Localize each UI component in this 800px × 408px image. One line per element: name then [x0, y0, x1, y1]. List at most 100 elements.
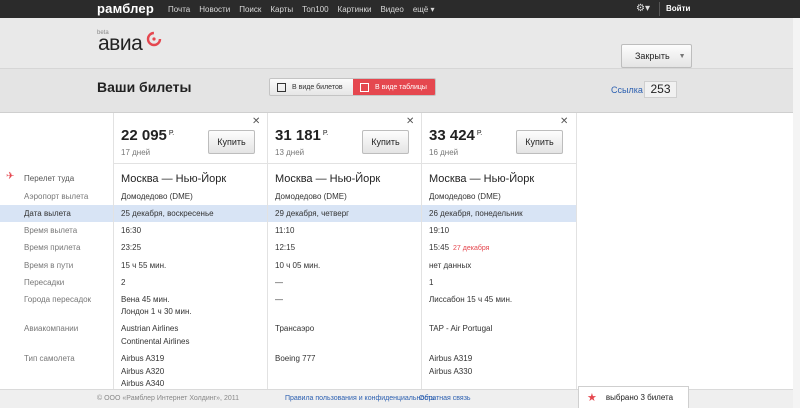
- ticket-price: 22 095 Р.: [121, 127, 174, 144]
- duration: нет данных: [429, 261, 472, 270]
- departure-date: 29 декабря, четверг: [275, 209, 350, 218]
- trip-days: 17 дней: [121, 148, 151, 157]
- airport: Домодедово (DME): [275, 192, 347, 201]
- aircraft: Airbus A319: [121, 354, 165, 363]
- departure-date: 26 декабря, понедельник: [429, 209, 523, 218]
- nav-news[interactable]: Новости: [199, 5, 230, 14]
- airline: Austrian Airlines: [121, 324, 179, 333]
- view-cards-label: В виде билетов: [292, 83, 343, 91]
- brand-name: авиа: [98, 32, 143, 55]
- top-nav: Почта Новости Поиск Карты Топ100 Картинк…: [168, 0, 444, 18]
- route: Москва — Нью-Йорк: [121, 173, 227, 185]
- divider: [659, 2, 660, 16]
- nav-video[interactable]: Видео: [380, 5, 403, 14]
- stops: 2: [121, 278, 126, 287]
- aircraft: Airbus A340: [121, 379, 165, 388]
- close-icon[interactable]: ✕: [406, 116, 414, 127]
- close-button[interactable]: Закрыть ▼: [621, 44, 692, 68]
- star-icon: ★: [587, 392, 597, 404]
- route: Москва — Нью-Йорк: [429, 173, 535, 185]
- brand-mark-icon: [146, 31, 162, 47]
- departure-time: 19:10: [429, 226, 450, 235]
- divider: [422, 163, 576, 164]
- scrollbar[interactable]: [793, 18, 800, 408]
- gear-icon[interactable]: ⚙▾: [636, 3, 652, 15]
- ticket-column: ✕ 31 181 Р. 13 дней Купить Москва — Нью-Й…: [268, 113, 422, 389]
- row-label-airlines: Авиакомпании: [24, 324, 79, 333]
- view-table-button[interactable]: В виде таблицы: [353, 79, 435, 95]
- view-cards-button[interactable]: В виде билетов: [270, 79, 353, 95]
- airline: Continental Airlines: [121, 337, 190, 346]
- route: Москва — Нью-Йорк: [275, 173, 381, 185]
- airport: Домодедово (DME): [429, 192, 501, 201]
- plane-icon: ✈: [6, 171, 15, 182]
- nav-search[interactable]: Поиск: [239, 5, 261, 14]
- departure-date: 25 декабря, воскресенье: [121, 209, 214, 218]
- close-icon[interactable]: ✕: [560, 116, 568, 127]
- feedback-link[interactable]: Обратная связь: [419, 395, 471, 402]
- tickets-bar: Ваши билеты В виде билетов В виде таблиц…: [0, 68, 800, 113]
- row-label-arrival: Время прилета: [24, 243, 81, 252]
- close-button-label: Закрыть: [635, 51, 670, 61]
- stop-city: Вена 45 мин.: [121, 295, 170, 304]
- trip-days: 13 дней: [275, 148, 305, 157]
- row-label-date: Дата вылета: [24, 209, 71, 218]
- nav-more[interactable]: ещё ▾: [413, 5, 435, 14]
- price-value: 22 095: [121, 127, 167, 144]
- share-link[interactable]: Ссылка: [611, 85, 643, 95]
- row-label-stops: Пересадки: [24, 278, 65, 287]
- column-divider: [576, 113, 577, 389]
- buy-button[interactable]: Купить: [516, 130, 563, 154]
- nav-mail[interactable]: Почта: [168, 5, 190, 14]
- table-view-icon: [360, 82, 369, 92]
- airline: TAP - Air Portugal: [429, 324, 493, 333]
- page-title: Ваши билеты: [97, 79, 192, 95]
- rambler-logo[interactable]: рамблер: [97, 1, 154, 16]
- currency: Р.: [322, 130, 329, 137]
- login-link[interactable]: Войти: [666, 4, 690, 13]
- view-table-label: В виде таблицы: [375, 83, 427, 91]
- divider: [114, 163, 268, 164]
- divider: [268, 163, 422, 164]
- ticket-price: 33 424 Р.: [429, 127, 482, 144]
- arrival-next-day: 27 декабря: [453, 245, 490, 252]
- row-label-duration: Время в пути: [24, 261, 74, 270]
- top-bar: рамблер Почта Новости Поиск Карты Топ100…: [0, 0, 800, 18]
- row-label-airport: Аэропорт вылета: [24, 192, 89, 201]
- duration: 10 ч 05 мин.: [275, 261, 321, 270]
- arrival-time: 23:25: [121, 243, 142, 252]
- arrival-time: 12:15: [275, 243, 296, 252]
- stop-city: —: [275, 295, 283, 304]
- copyright: © ООО «Рамблер Интернет Холдинг», 2011: [97, 395, 239, 402]
- selected-tickets-tab[interactable]: ★ выбрано 3 билета: [578, 386, 689, 408]
- aircraft: Airbus A320: [121, 367, 165, 376]
- buy-button[interactable]: Купить: [208, 130, 255, 154]
- link-field[interactable]: 253: [644, 81, 677, 98]
- trip-days: 16 дней: [429, 148, 459, 157]
- price-value: 33 424: [429, 127, 475, 144]
- ticket-view-icon: [277, 82, 286, 92]
- row-label-stop-cities: Города пересадок: [24, 295, 92, 304]
- privacy-link[interactable]: Правила пользования и конфиденциальность: [285, 395, 435, 402]
- view-toggle: В виде билетов В виде таблицы: [269, 78, 436, 96]
- nav-top100[interactable]: Топ100: [302, 5, 328, 14]
- stop-city: Лондон 1 ч 30 мин.: [121, 307, 192, 316]
- currency: Р.: [476, 130, 483, 137]
- airline: Трансаэро: [275, 324, 315, 333]
- airport: Домодедово (DME): [121, 192, 193, 201]
- row-label-flight: Перелет туда: [24, 174, 75, 183]
- price-value: 31 181: [275, 127, 321, 144]
- stop-city: Лиссабон 15 ч 45 мин.: [429, 295, 513, 304]
- close-icon[interactable]: ✕: [252, 116, 260, 127]
- nav-images[interactable]: Картинки: [338, 5, 372, 14]
- nav-maps[interactable]: Карты: [270, 5, 293, 14]
- ticket-price: 31 181 Р.: [275, 127, 328, 144]
- departure-time: 16:30: [121, 226, 142, 235]
- currency: Р.: [168, 130, 175, 137]
- ticket-column: ✕ 22 095 Р. 17 дней Купить Москва — Нью-Й…: [114, 113, 268, 389]
- buy-button[interactable]: Купить: [362, 130, 409, 154]
- aircraft: Boeing 777: [275, 354, 316, 363]
- aircraft: Airbus A319: [429, 354, 473, 363]
- duration: 15 ч 55 мин.: [121, 261, 167, 270]
- row-label-departure: Время вылета: [24, 226, 78, 235]
